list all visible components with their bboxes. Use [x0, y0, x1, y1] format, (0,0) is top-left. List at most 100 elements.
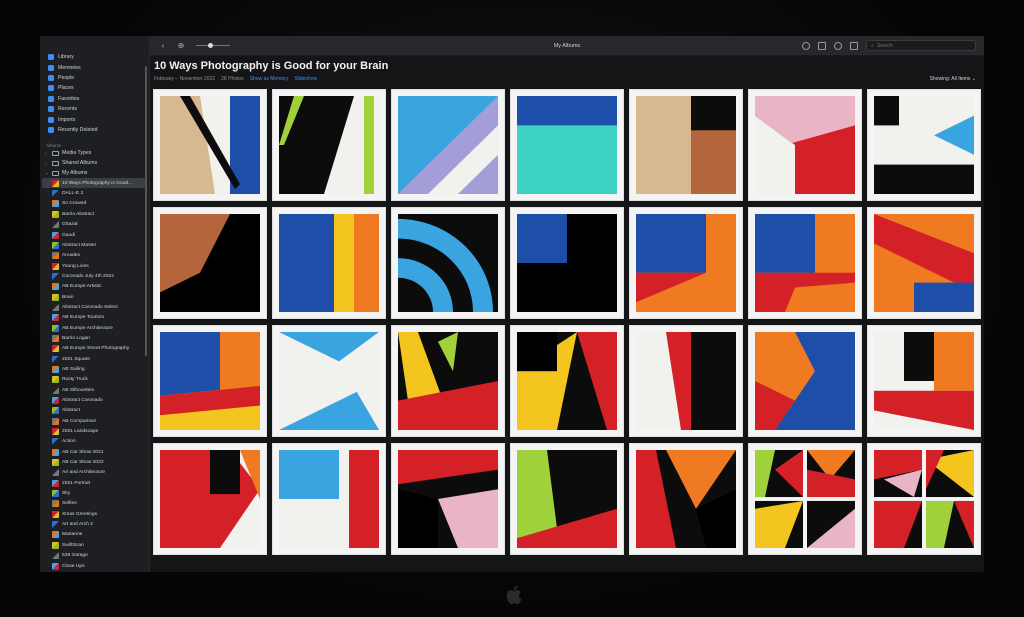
view-options-icon[interactable]: ⊕: [176, 41, 186, 50]
photo-thumbnail[interactable]: [748, 89, 862, 201]
album-item[interactable]: Arcades: [40, 251, 149, 261]
album-item[interactable]: Gaudi: [40, 230, 149, 240]
sidebar-item-recents[interactable]: Recents: [40, 104, 149, 114]
album-label: Selfies: [62, 501, 77, 507]
album-item[interactable]: So Crowed: [40, 199, 149, 209]
album-item[interactable]: 2021 Portrait: [40, 478, 149, 488]
album-item[interactable]: Close Ups: [40, 561, 149, 571]
album-item[interactable]: Rusty Truck: [40, 375, 149, 385]
album-item[interactable]: Coronado July 4th 2022: [40, 271, 149, 281]
share-icon[interactable]: [818, 41, 826, 50]
favorite-icon[interactable]: [834, 41, 842, 50]
album-item[interactable]: 2021 Landscape: [40, 426, 149, 436]
back-button[interactable]: ‹: [158, 41, 168, 50]
showing-filter[interactable]: Showing: All Items ⌄: [930, 76, 976, 82]
album-item[interactable]: 2021 Square: [40, 354, 149, 364]
album-item[interactable]: Young Lions: [40, 261, 149, 271]
album-item[interactable]: 529 Garage: [40, 551, 149, 561]
album-item[interactable]: Action: [40, 437, 149, 447]
photo-thumbnail[interactable]: [510, 89, 624, 201]
sidebar-folder-my-albums[interactable]: ⌄ My Albums: [40, 168, 149, 178]
chevron-icon[interactable]: ›: [45, 161, 49, 166]
photo-thumbnail[interactable]: [391, 325, 505, 437]
sidebar-item-favorites[interactable]: Favorites: [40, 94, 149, 104]
photo-thumbnail[interactable]: [391, 443, 505, 555]
search-field[interactable]: ⌕: [866, 40, 976, 51]
album-item[interactable]: AB Sailing: [40, 364, 149, 374]
album-item[interactable]: AB Europe Tourism: [40, 313, 149, 323]
album-item[interactable]: SwiftScan: [40, 540, 149, 550]
photo-thumbnail[interactable]: [748, 207, 862, 319]
photo-thumbnail[interactable]: [867, 443, 981, 555]
photo-thumbnail[interactable]: [867, 207, 981, 319]
album-label: AB Sailing: [62, 366, 85, 372]
album-label: 2021 Landscape: [62, 429, 99, 435]
memories-icon: [48, 64, 54, 71]
sidebar-item-memories[interactable]: Memories: [40, 62, 149, 72]
photo-thumbnail[interactable]: [629, 325, 743, 437]
search-input[interactable]: [876, 42, 967, 49]
info-icon[interactable]: [802, 41, 810, 50]
album-item[interactable]: Abstract Coronado: [40, 395, 149, 405]
photo-thumbnail[interactable]: [153, 443, 267, 555]
album-item[interactable]: Abstract: [40, 406, 149, 416]
album-item[interactable]: AB Car Show 2022: [40, 457, 149, 467]
sidebar-item-imports[interactable]: Imports: [40, 114, 149, 124]
album-item[interactable]: AB Silhouettes: [40, 385, 149, 395]
photo-thumbnail[interactable]: [748, 443, 862, 555]
photo-thumbnail[interactable]: [629, 207, 743, 319]
album-item[interactable]: AB Europe Architecture: [40, 323, 149, 333]
album-item[interactable]: Barrio Logan: [40, 333, 149, 343]
photo-thumbnail[interactable]: [510, 207, 624, 319]
album-item[interactable]: Barrio Abstract: [40, 209, 149, 219]
chevron-icon[interactable]: ›: [45, 151, 49, 156]
photo-thumbnail[interactable]: [867, 89, 981, 201]
sidebar-item-label: Imports: [58, 116, 76, 123]
album-item[interactable]: AB Europe Street Photography: [40, 344, 149, 354]
photo-thumbnail[interactable]: [748, 325, 862, 437]
import-icon: [48, 116, 54, 123]
zoom-slider-knob[interactable]: [208, 43, 213, 48]
sidebar-scrollbar[interactable]: [145, 66, 147, 356]
photo-thumbnail[interactable]: [272, 325, 386, 437]
photo-thumbnail[interactable]: [867, 325, 981, 437]
album-item[interactable]: Selfies: [40, 499, 149, 509]
photo-thumbnail[interactable]: [153, 89, 267, 201]
album-item[interactable]: AB Car Show 2021: [40, 447, 149, 457]
sidebar-item-library[interactable]: Library: [40, 52, 149, 62]
album-item[interactable]: DALL-E 2: [40, 188, 149, 198]
photo-thumbnail[interactable]: [391, 89, 505, 201]
photo-thumbnail[interactable]: [391, 207, 505, 319]
slideshow-link[interactable]: Slideshow: [294, 76, 317, 82]
album-item[interactable]: Art and Arch 2: [40, 519, 149, 529]
album-item[interactable]: Xmas Greetings: [40, 509, 149, 519]
chevron-icon[interactable]: ⌄: [45, 170, 49, 176]
photo-thumbnail[interactable]: [153, 207, 267, 319]
photo-thumbnail[interactable]: [272, 443, 386, 555]
album-item[interactable]: Sky: [40, 488, 149, 498]
photo-thumbnail[interactable]: [510, 443, 624, 555]
photo-thumbnail[interactable]: [272, 89, 386, 201]
album-item[interactable]: Art and Architecture: [40, 468, 149, 478]
sidebar-folder-media-types[interactable]: › Media Types: [40, 148, 149, 158]
rotate-icon[interactable]: [850, 41, 858, 50]
album-item[interactable]: Brain: [40, 292, 149, 302]
sidebar-item-people[interactable]: People: [40, 73, 149, 83]
photo-thumbnail[interactable]: [629, 443, 743, 555]
show-as-memory-link[interactable]: Show as Memory: [250, 76, 289, 82]
album-item[interactable]: Abstract Master: [40, 240, 149, 250]
zoom-slider[interactable]: [196, 43, 230, 48]
album-item[interactable]: AB Europe Artistic: [40, 282, 149, 292]
photo-thumbnail[interactable]: [272, 207, 386, 319]
sidebar-item-recently-deleted[interactable]: Recently Deleted: [40, 125, 149, 135]
album-item[interactable]: Abstract Coronado Select: [40, 302, 149, 312]
photo-thumbnail[interactable]: [153, 325, 267, 437]
sidebar-item-places[interactable]: Places: [40, 83, 149, 93]
album-item[interactable]: AB Comparison: [40, 416, 149, 426]
album-item[interactable]: Ghazal: [40, 220, 149, 230]
sidebar-folder-shared-albums[interactable]: › Shared Albums: [40, 158, 149, 168]
album-item[interactable]: 10 Ways Photography is Good...: [42, 178, 145, 189]
photo-thumbnail[interactable]: [629, 89, 743, 201]
album-item[interactable]: Marianne: [40, 530, 149, 540]
photo-thumbnail[interactable]: [510, 325, 624, 437]
